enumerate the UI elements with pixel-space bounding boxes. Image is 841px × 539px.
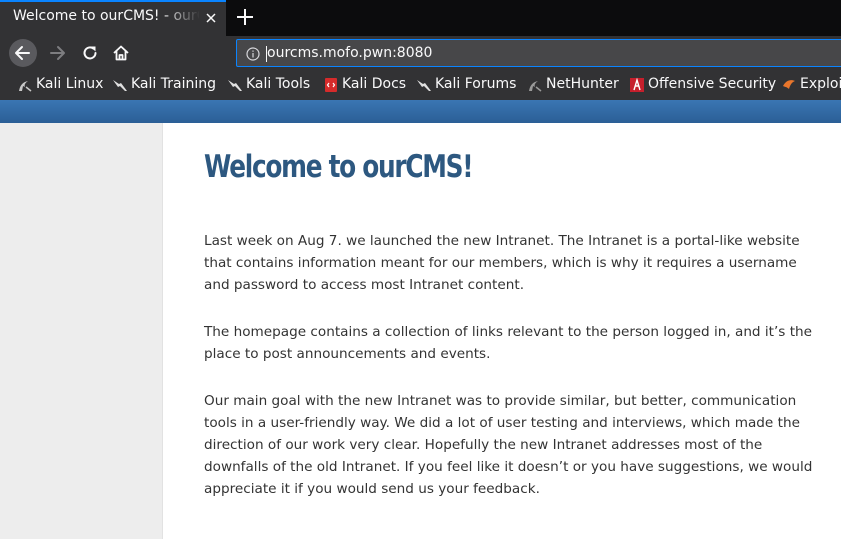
bookmark-label: Kali Docs: [342, 76, 407, 92]
bookmark-label: Offensive Security: [648, 76, 777, 92]
reload-button[interactable]: [76, 39, 104, 67]
page-title: Welcome to ourCMS!: [204, 149, 474, 185]
tab-accent-line: [0, 0, 226, 2]
navigation-toolbar: ourcms.mofo.pwn:8080: [0, 36, 841, 70]
tab-active[interactable]: Welcome to ourCMS! - ourCMS: [0, 0, 226, 36]
kali-dragon-icon: [228, 80, 242, 91]
bookmark-label: Kali Tools: [246, 76, 311, 92]
tab-title-fade: [160, 4, 200, 32]
intro-paragraph: Last week on Aug 7. we launched the new …: [204, 233, 800, 293]
nethunter-icon: [529, 81, 542, 92]
tab-strip: Welcome to ourCMS! - ourCMS: [0, 0, 841, 36]
forward-button[interactable]: [43, 39, 71, 67]
kali-dragon-icon: [113, 80, 127, 91]
exploit-db-icon: [783, 80, 795, 89]
homepage-paragraph: The homepage contains a collection of li…: [204, 324, 813, 362]
site-header-banner: [0, 100, 841, 123]
offensive-security-icon: [630, 77, 644, 92]
reload-icon: [83, 46, 97, 60]
site-content: Welcome to ourCMS! Last week on Aug 7. w…: [164, 123, 841, 539]
site-info-icon[interactable]: [246, 46, 260, 61]
back-arrow-icon: [15, 46, 30, 60]
close-tab-icon[interactable]: [202, 9, 220, 27]
bookmark-label: Kali Forums: [435, 76, 517, 92]
goals-paragraph: Our main goal with the new Intranet was …: [204, 393, 813, 497]
bookmark-label: NetHunter: [546, 76, 619, 92]
kali-dragon-icon: [417, 80, 431, 91]
kali-dragon-icon: [19, 81, 32, 92]
web-page: Welcome to ourCMS! Last week on Aug 7. w…: [0, 100, 841, 539]
bookmark-label: Exploit-DB: [800, 76, 841, 92]
url-text[interactable]: ourcms.mofo.pwn:8080: [267, 45, 432, 61]
home-icon: [113, 45, 129, 61]
new-tab-icon[interactable]: [235, 7, 255, 27]
bookmark-label: Kali Linux: [36, 76, 104, 92]
address-bar[interactable]: ourcms.mofo.pwn:8080: [236, 39, 841, 67]
site-sidebar: [0, 123, 163, 539]
home-button[interactable]: [107, 39, 135, 67]
back-button[interactable]: [9, 39, 37, 67]
bookmark-label: Kali Training: [131, 76, 216, 92]
bookmarks-toolbar: Kali Linux Kali Training Kali Tools Kali…: [0, 70, 841, 100]
kali-docs-icon: [325, 78, 337, 92]
forward-arrow-icon: [50, 46, 65, 60]
